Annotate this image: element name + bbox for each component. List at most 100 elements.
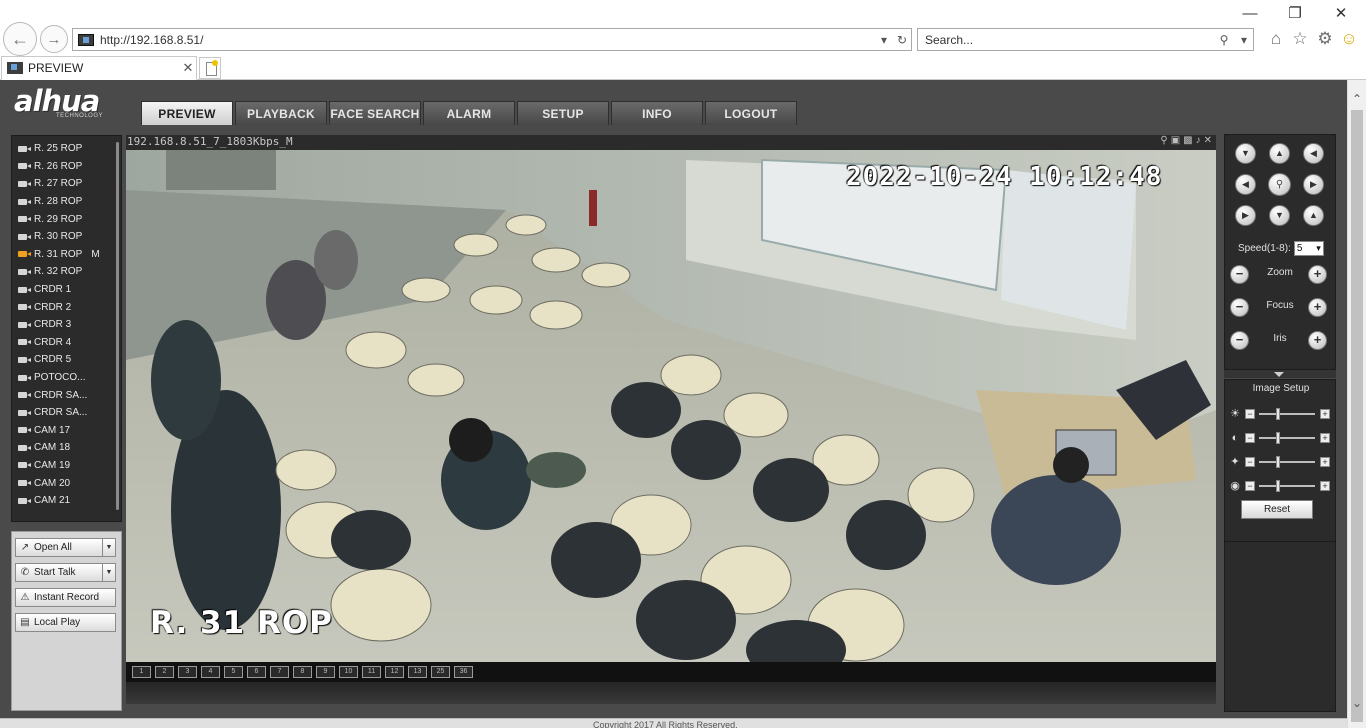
camera-list-item[interactable]: R. 25 ROP	[12, 140, 116, 158]
camera-list-item[interactable]: R. 32 ROP	[12, 263, 116, 281]
camera-list-item[interactable]: CRDR 2	[12, 298, 116, 316]
new-tab-icon[interactable]	[199, 57, 221, 79]
brightness-slider[interactable]	[1276, 408, 1280, 420]
layout-split-5-icon[interactable]: 5	[224, 666, 243, 678]
tab-alarm[interactable]: ALARM	[423, 101, 515, 125]
focus-minus-button[interactable]: −	[1230, 298, 1249, 317]
address-bar[interactable]: http://192.168.8.51/ ▾ ↻	[72, 28, 912, 51]
layout-split-25-icon[interactable]: 25	[431, 666, 450, 678]
camera-list-item[interactable]: CAM 17	[12, 422, 116, 440]
snapshot-icon[interactable]: ▣	[1171, 135, 1180, 149]
ptz-collapse-toggle[interactable]	[1224, 370, 1336, 378]
hue-slider[interactable]	[1276, 480, 1280, 492]
layout-split-2-icon[interactable]: 2	[155, 666, 174, 678]
smiley-feedback-icon[interactable]: ☺	[1339, 29, 1359, 49]
layout-split-3-icon[interactable]: 3	[178, 666, 197, 678]
iris-plus-button[interactable]: +	[1308, 331, 1327, 350]
scroll-up-icon[interactable]: ⌃	[1348, 90, 1366, 108]
camera-list-item[interactable]: R. 29 ROP	[12, 210, 116, 228]
open-all-dropdown-icon[interactable]: ▼	[102, 539, 115, 556]
search-icon[interactable]: ⚲	[1213, 33, 1235, 47]
layout-split-10-icon[interactable]: 10	[339, 666, 358, 678]
tab-setup[interactable]: SETUP	[517, 101, 609, 125]
saturation-minus-button[interactable]: −	[1245, 457, 1255, 467]
camera-list-item[interactable]: CAM 20	[12, 474, 116, 492]
contrast-minus-button[interactable]: −	[1245, 433, 1255, 443]
home-icon[interactable]: ⌂	[1266, 29, 1286, 49]
tab-playback[interactable]: PLAYBACK	[235, 101, 327, 125]
iris-minus-button[interactable]: −	[1230, 331, 1249, 350]
hue-track[interactable]	[1259, 485, 1315, 487]
forward-icon[interactable]: →	[40, 25, 68, 53]
focus-plus-button[interactable]: +	[1308, 298, 1327, 317]
reset-button[interactable]: Reset	[1241, 500, 1313, 519]
ptz-up-right-icon[interactable]: ◀	[1303, 143, 1324, 164]
digital-zoom-icon[interactable]: ⚲	[1160, 135, 1167, 149]
close-video-icon[interactable]: ✕	[1204, 135, 1212, 149]
zoom-minus-button[interactable]: −	[1230, 265, 1249, 284]
layout-split-36-icon[interactable]: 36	[454, 666, 473, 678]
layout-split-4-icon[interactable]: 4	[201, 666, 220, 678]
camera-list-item[interactable]: POTOCO...	[12, 369, 116, 387]
camera-list-item[interactable]: R. 26 ROP	[12, 158, 116, 176]
saturation-slider[interactable]	[1276, 456, 1280, 468]
speed-select[interactable]: 5	[1293, 241, 1324, 256]
layout-split-7-icon[interactable]: 7	[270, 666, 289, 678]
camera-list-item[interactable]: CRDR 4	[12, 334, 116, 352]
camera-list-item[interactable]: CRDR 3	[12, 316, 116, 334]
search-dropdown-icon[interactable]: ▾	[1235, 33, 1253, 47]
ptz-right-icon[interactable]: ▶	[1303, 174, 1324, 195]
tab-face-search[interactable]: FACE SEARCH	[329, 101, 421, 125]
open-all-button[interactable]: ↗ Open All ▼	[15, 538, 116, 557]
ptz-down-left-icon[interactable]: ▶	[1235, 205, 1256, 226]
camera-list-item[interactable]: CRDR 5	[12, 351, 116, 369]
hue-plus-button[interactable]: +	[1320, 481, 1330, 491]
scroll-down-icon[interactable]: ⌄	[1348, 694, 1366, 712]
page-scrollbar[interactable]: ⌃ ⌄	[1347, 80, 1366, 728]
scroll-thumb[interactable]	[1351, 110, 1363, 722]
ptz-left-icon[interactable]: ◀	[1235, 174, 1256, 195]
camera-list-item[interactable]: R. 31 ROP M	[12, 246, 116, 264]
contrast-track[interactable]	[1259, 437, 1315, 439]
ptz-up-left-icon[interactable]: ▼	[1235, 143, 1256, 164]
tab-info[interactable]: INFO	[611, 101, 703, 125]
favorites-star-icon[interactable]: ☆	[1290, 29, 1310, 49]
saturation-track[interactable]	[1259, 461, 1315, 463]
start-talk-button[interactable]: ✆ Start Talk ▼	[15, 563, 116, 582]
contrast-slider[interactable]	[1276, 432, 1280, 444]
camera-list-item[interactable]: R. 27 ROP	[12, 175, 116, 193]
layout-split-11-icon[interactable]: 11	[362, 666, 381, 678]
search-input[interactable]	[925, 32, 1213, 47]
camera-list-item[interactable]: CAM 19	[12, 457, 116, 475]
restore-icon[interactable]: ❐	[1284, 4, 1306, 24]
contrast-plus-button[interactable]: +	[1320, 433, 1330, 443]
close-window-icon[interactable]: ✕	[1330, 4, 1352, 24]
brightness-minus-button[interactable]: −	[1245, 409, 1255, 419]
layout-split-12-icon[interactable]: 12	[385, 666, 404, 678]
audio-icon[interactable]: ♪	[1196, 135, 1201, 149]
layout-split-9-icon[interactable]: 9	[316, 666, 335, 678]
local-play-button[interactable]: ▤ Local Play	[15, 613, 116, 632]
live-video-feed[interactable]: 2022-10-24 10:12:48 R. 31 ROP	[126, 150, 1216, 662]
hue-minus-button[interactable]: −	[1245, 481, 1255, 491]
ptz-down-icon[interactable]: ▼	[1269, 205, 1290, 226]
layout-split-1-icon[interactable]: 1	[132, 666, 151, 678]
instant-record-button[interactable]: ⚠ Instant Record	[15, 588, 116, 607]
dropdown-arrow-icon[interactable]: ▾	[875, 33, 893, 47]
camera-list-item[interactable]: CRDR SA...	[12, 386, 116, 404]
minimize-icon[interactable]: —	[1239, 4, 1261, 24]
camera-list-item[interactable]: R. 30 ROP	[12, 228, 116, 246]
camera-list-scrollbar[interactable]	[116, 142, 119, 510]
settings-gear-icon[interactable]: ⚙	[1315, 29, 1335, 49]
tab-logout[interactable]: LOGOUT	[705, 101, 797, 125]
start-talk-dropdown-icon[interactable]: ▼	[102, 564, 115, 581]
layout-split-6-icon[interactable]: 6	[247, 666, 266, 678]
zoom-plus-button[interactable]: +	[1308, 265, 1327, 284]
saturation-plus-button[interactable]: +	[1320, 457, 1330, 467]
camera-icon[interactable]: ▩	[1183, 135, 1192, 149]
brightness-track[interactable]	[1259, 413, 1315, 415]
url-text[interactable]: http://192.168.8.51/	[100, 33, 875, 47]
ptz-3d-position-icon[interactable]: ⚲	[1268, 173, 1291, 196]
refresh-icon[interactable]: ↻	[893, 33, 911, 47]
brightness-plus-button[interactable]: +	[1320, 409, 1330, 419]
